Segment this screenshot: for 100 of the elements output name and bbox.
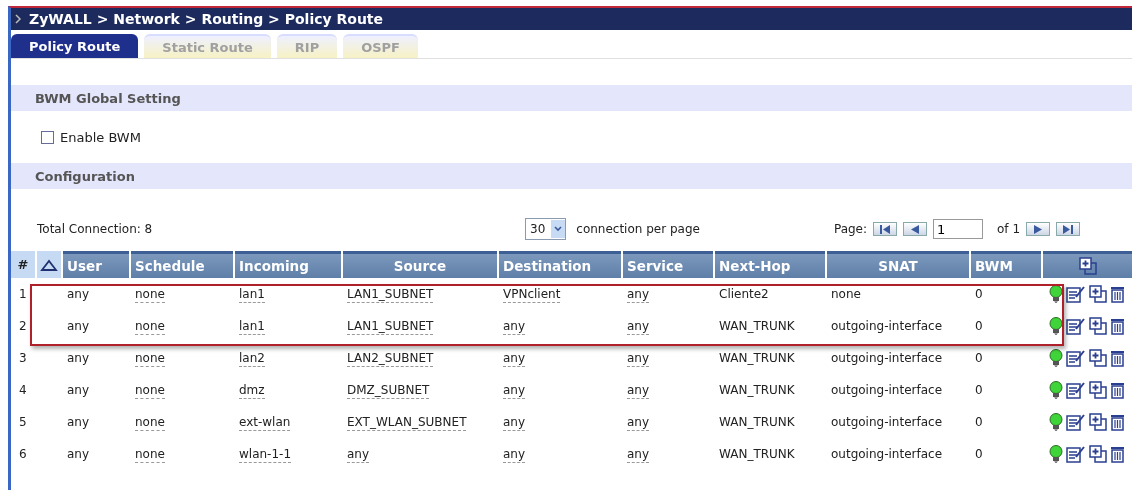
table-cell: WAN_TRUNK — [719, 318, 795, 334]
column-header[interactable]: Source — [343, 251, 497, 278]
table-cell: WAN_TRUNK — [719, 350, 795, 366]
table-cell: lan1 — [239, 317, 265, 335]
lit-bulb-icon[interactable] — [1049, 349, 1063, 367]
per-page-dropdown[interactable]: 30 — [525, 218, 567, 240]
table-cell: WAN_TRUNK — [719, 382, 795, 398]
edit-icon[interactable] — [1066, 317, 1086, 335]
insert-icon[interactable] — [1089, 349, 1107, 367]
next-page-button[interactable] — [1026, 222, 1051, 236]
sort-icon[interactable] — [40, 258, 58, 271]
column-header[interactable]: Schedule — [131, 251, 233, 278]
column-header[interactable]: SNAT — [827, 251, 969, 278]
table-cell: any — [627, 445, 650, 463]
page-input[interactable]: 1 — [933, 219, 984, 239]
table-cell: any — [67, 350, 90, 366]
edit-icon[interactable] — [1066, 381, 1086, 399]
lit-bulb-icon[interactable] — [1049, 381, 1063, 399]
lit-bulb-icon[interactable] — [1049, 413, 1063, 431]
table-cell: any — [627, 317, 650, 335]
table-cell: any — [503, 413, 526, 431]
previous-icon — [909, 224, 922, 234]
insert-icon[interactable] — [1089, 285, 1107, 303]
table-cell: 0 — [975, 318, 983, 334]
insert-icon[interactable] — [1089, 413, 1107, 431]
table-cell: none — [135, 413, 165, 431]
trash-icon[interactable] — [1110, 285, 1124, 303]
table-cell: any — [503, 381, 526, 399]
edit-icon[interactable] — [1066, 445, 1086, 463]
tab[interactable]: Static Route — [144, 34, 271, 58]
total-connection-label: Total Connection: 8 — [37, 222, 154, 236]
table-cell: any — [503, 349, 526, 367]
previous-page-button[interactable] — [903, 222, 928, 236]
column-header[interactable]: Destination — [499, 251, 621, 278]
table-cell: dmz — [239, 381, 265, 399]
insert-icon[interactable] — [1089, 381, 1107, 399]
first-page-button[interactable] — [873, 222, 898, 236]
tab[interactable]: OSPF — [343, 34, 418, 58]
table-cell: ext-wlan — [239, 413, 291, 431]
add-icon[interactable] — [1079, 257, 1097, 275]
lit-bulb-icon[interactable] — [1049, 445, 1063, 463]
table-cell: outgoing-interface — [831, 382, 943, 398]
edit-icon[interactable] — [1066, 285, 1086, 303]
tab[interactable]: RIP — [276, 34, 338, 58]
column-header[interactable]: User — [63, 251, 129, 278]
table-cell: 0 — [975, 382, 983, 398]
table-cell: none — [135, 381, 165, 399]
table-cell: WAN_TRUNK — [719, 446, 795, 462]
table-cell: Cliente2 — [719, 286, 769, 302]
last-page-button[interactable] — [1056, 222, 1081, 236]
table-cell: EXT_WLAN_SUBNET — [347, 413, 467, 431]
table-cell: wlan-1-1 — [239, 445, 292, 463]
table-cell: any — [627, 285, 650, 303]
column-header[interactable]: Service — [623, 251, 713, 278]
table-cell: 0 — [975, 350, 983, 366]
table-cell: any — [67, 446, 90, 462]
edit-icon[interactable] — [1066, 413, 1086, 431]
row-number: 5 — [18, 414, 28, 431]
column-header[interactable]: BWM — [971, 251, 1041, 278]
caret-icon — [554, 226, 563, 232]
table-cell: 0 — [975, 414, 983, 430]
lit-bulb-icon[interactable] — [1049, 285, 1063, 303]
table-cell: any — [67, 286, 90, 302]
table-cell: any — [67, 382, 90, 398]
row-number: 3 — [18, 350, 28, 367]
row-number: 1 — [18, 286, 28, 303]
tab[interactable]: Policy Route — [11, 34, 139, 58]
table-cell: lan1 — [239, 285, 265, 303]
table-cell: any — [627, 413, 650, 431]
insert-icon[interactable] — [1089, 445, 1107, 463]
table-cell: LAN2_SUBNET — [347, 349, 434, 367]
checkbox-label: Enable BWM — [60, 129, 141, 145]
table-cell: any — [627, 349, 650, 367]
trash-icon[interactable] — [1110, 381, 1124, 399]
trash-icon[interactable] — [1110, 317, 1124, 335]
table-cell: any — [67, 318, 90, 334]
trash-icon[interactable] — [1110, 413, 1124, 431]
table-cell: WAN_TRUNK — [719, 414, 795, 430]
next-icon — [1032, 224, 1045, 234]
column-header[interactable]: Next-Hop — [715, 251, 825, 278]
table-cell: none — [135, 349, 165, 367]
row-number: 4 — [18, 382, 28, 399]
table-cell: LAN1_SUBNET — [347, 317, 434, 335]
edit-icon[interactable] — [1066, 349, 1086, 367]
trash-icon[interactable] — [1110, 349, 1124, 367]
table-cell: outgoing-interface — [831, 414, 943, 430]
table-cell: 0 — [975, 446, 983, 462]
insert-icon[interactable] — [1089, 317, 1107, 335]
trash-icon[interactable] — [1110, 445, 1124, 463]
table-cell: outgoing-interface — [831, 318, 943, 334]
table-cell: lan2 — [239, 349, 265, 367]
table-cell: none — [135, 317, 165, 335]
table-cell: outgoing-interface — [831, 350, 943, 366]
section-header: Configuration — [11, 163, 1132, 189]
table-cell: any — [347, 445, 370, 463]
checkbox[interactable] — [41, 130, 54, 144]
page-label: Page: — [833, 222, 868, 236]
lit-bulb-icon[interactable] — [1049, 317, 1063, 335]
column-header[interactable]: Incoming — [235, 251, 341, 278]
breadcrumb-icon — [15, 14, 23, 24]
